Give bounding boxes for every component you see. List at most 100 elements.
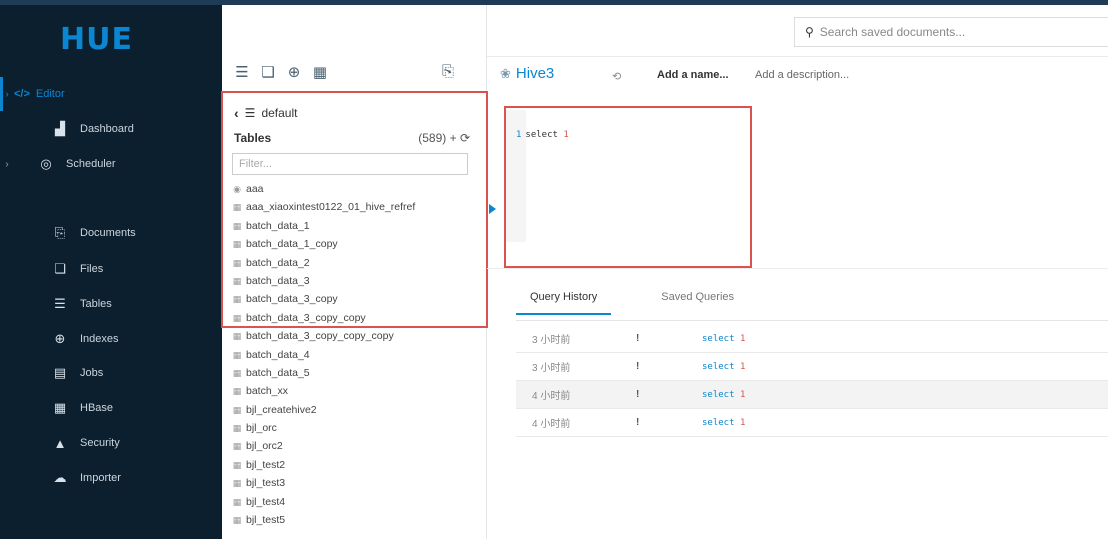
query-keyword: select bbox=[702, 389, 735, 400]
header-divider bbox=[487, 56, 1108, 57]
tables-count: (589) bbox=[418, 131, 447, 145]
table-list-item[interactable]: ▦ batch_data_2 bbox=[232, 254, 482, 272]
nav-item-documents[interactable]: ⎘ Documents bbox=[0, 219, 222, 247]
history-time: 4 小时前 bbox=[532, 391, 571, 402]
refresh-icon[interactable]: ⟳ bbox=[460, 131, 470, 145]
nav-item-dashboard[interactable]: ▟ Dashboard bbox=[0, 115, 222, 143]
tab-query-history[interactable]: Query History bbox=[516, 285, 612, 315]
table-list-item[interactable]: ▦ bjl_test2 bbox=[232, 456, 482, 474]
table-icon: ▦ bbox=[232, 294, 242, 305]
table-list-item[interactable]: ▦ bjl_test4 bbox=[232, 493, 482, 511]
nav-item-editor[interactable]: › </> Editor bbox=[0, 80, 222, 108]
chevron-right-icon: › bbox=[5, 158, 9, 170]
query-keyword: select bbox=[702, 361, 735, 372]
table-list-item[interactable]: ▦ aaa_xiaoxintest0122_01_hive_refref bbox=[232, 198, 482, 216]
table-list-item[interactable]: ◉ aaa bbox=[232, 180, 482, 198]
code-icon: </> bbox=[14, 88, 30, 100]
nav-item-label: Importer bbox=[80, 472, 121, 484]
table-list-item[interactable]: ▦ bjl_orc2 bbox=[232, 437, 482, 455]
nav-item-label: Editor bbox=[35, 88, 65, 100]
code-line: 1 select 1 bbox=[516, 130, 569, 140]
table-icon: ▦ bbox=[232, 349, 242, 360]
history-row[interactable]: 4 小时前! select 1 bbox=[516, 409, 1108, 437]
query-history-list: 3 小时前! select 1 3 小时前! select 1 4 小时前! select… bbox=[516, 325, 1108, 437]
chevron-right-icon: › bbox=[5, 88, 9, 100]
table-list-item[interactable]: ▦ batch_data_1 bbox=[232, 217, 482, 235]
history-row[interactable]: 3 小时前! select 1 bbox=[516, 353, 1108, 381]
table-list-item[interactable]: ▦ batch_data_3_copy_copy bbox=[232, 309, 482, 327]
tab-saved-queries[interactable]: Saved Queries bbox=[647, 285, 748, 315]
query-keyword: select bbox=[702, 333, 735, 344]
search-box[interactable]: ⚲ Search saved documents... bbox=[794, 17, 1108, 47]
database-icon[interactable]: ☰ bbox=[234, 63, 250, 81]
lock-icon: ▲ bbox=[53, 435, 67, 451]
table-list-item[interactable]: ▦ batch_xx bbox=[232, 382, 482, 400]
history-row[interactable]: 3 小时前! select 1 bbox=[516, 325, 1108, 353]
tables-header: Tables (589) + ⟳ bbox=[234, 131, 470, 145]
table-icon: ▦ bbox=[232, 275, 242, 286]
assist-panel: ☰ ❏ ⊕ ▦ ⎘ ‹ ☰ default Tables (589) + ⟳ ◉… bbox=[222, 5, 487, 539]
history-query: select 1 bbox=[702, 334, 745, 344]
table-name: batch_xx bbox=[246, 385, 289, 398]
table-list-item[interactable]: ▦ batch_data_5 bbox=[232, 364, 482, 382]
table-name: bjl_orc2 bbox=[246, 440, 283, 453]
editor-title[interactable]: ❀ Hive3 bbox=[500, 65, 554, 82]
history-icon[interactable]: ⟲ bbox=[612, 70, 621, 83]
table-list-item[interactable]: ▦ bjl_test3 bbox=[232, 474, 482, 492]
nav-item-label: Files bbox=[80, 263, 104, 275]
table-list-item[interactable]: ▦ bjl_orc bbox=[232, 419, 482, 437]
table-icon: ▦ bbox=[232, 496, 242, 507]
table-icon: ▦ bbox=[232, 441, 242, 452]
table-icon: ▦ bbox=[232, 459, 242, 470]
eye-icon: ◉ bbox=[233, 184, 241, 194]
table-icon: ▦ bbox=[232, 423, 242, 434]
table-list-item[interactable]: ▦ batch_data_1_copy bbox=[232, 235, 482, 253]
line-number: 1 bbox=[516, 130, 522, 140]
nav-item-tables[interactable]: ☰ Tables bbox=[0, 290, 222, 318]
nav-item-indexes[interactable]: ⊕ Indexes bbox=[0, 325, 222, 353]
table-list-item[interactable]: ▦ bjl_createhive2 bbox=[232, 401, 482, 419]
database-breadcrumb[interactable]: ‹ ☰ default bbox=[234, 105, 297, 121]
files-icon[interactable]: ❏ bbox=[260, 63, 276, 81]
table-name: aaa_xiaoxintest0122_01_hive_refref bbox=[246, 201, 416, 214]
table-name: batch_data_3_copy_copy_copy bbox=[246, 330, 394, 343]
history-row[interactable]: 4 小时前! select 1 bbox=[516, 381, 1108, 409]
nav-item-jobs[interactable]: ▤ Jobs bbox=[0, 359, 222, 387]
table-list-item[interactable]: ▦ batch_data_3 bbox=[232, 272, 482, 290]
table-list-item[interactable]: ▦ batch_data_4 bbox=[232, 346, 482, 364]
code-keyword: select bbox=[525, 130, 558, 140]
query-description-field[interactable]: Add a description... bbox=[755, 69, 849, 81]
execute-icon[interactable] bbox=[489, 204, 496, 214]
table-list-item[interactable]: ▦ batch_data_3_copy bbox=[232, 290, 482, 308]
assist-toolbar: ☰ ❏ ⊕ ▦ bbox=[234, 63, 328, 81]
nav-item-label: Dashboard bbox=[80, 123, 134, 135]
plus-icon[interactable]: + bbox=[450, 131, 457, 145]
hue-logo[interactable]: HUE bbox=[60, 19, 133, 59]
chevron-left-icon[interactable]: ‹ bbox=[234, 105, 239, 121]
nav-item-hbase[interactable]: ▦ HBase bbox=[0, 394, 222, 422]
nav-item-security[interactable]: ▲ Security bbox=[0, 429, 222, 457]
search-input[interactable]: Search saved documents... bbox=[820, 25, 965, 39]
table-list: ◉ aaa ▦ aaa_xiaoxintest0122_01_hive_refref ▦… bbox=[232, 180, 482, 529]
table-icon: ▦ bbox=[232, 220, 242, 231]
nav-item-scheduler[interactable]: › ◎ Scheduler bbox=[0, 150, 222, 178]
search-icon[interactable]: ⊕ bbox=[286, 63, 302, 81]
documents-icon[interactable]: ⎘ bbox=[442, 63, 454, 80]
grid-icon[interactable]: ▦ bbox=[312, 63, 328, 81]
history-query: select 1 bbox=[702, 418, 745, 428]
table-list-item[interactable]: ▦ batch_data_3_copy_copy_copy bbox=[232, 327, 482, 345]
filter-input[interactable] bbox=[232, 153, 468, 175]
query-name-field[interactable]: Add a name... bbox=[657, 69, 729, 81]
nav-item-files[interactable]: ❏ Files bbox=[0, 255, 222, 283]
table-name: bjl_orc bbox=[246, 422, 277, 435]
table-name: batch_data_1_copy bbox=[246, 238, 338, 251]
table-list-item[interactable]: ▦ bjl_test5 bbox=[232, 511, 482, 529]
history-tabs: Query History Saved Queries bbox=[516, 285, 748, 315]
table-icon: ▦ bbox=[232, 367, 242, 378]
nav-item-importer[interactable]: ☁ Importer bbox=[0, 464, 222, 492]
query-value: 1 bbox=[739, 361, 746, 372]
dashboard-icon: ▟ bbox=[55, 121, 65, 136]
table-icon: ▦ bbox=[232, 478, 242, 489]
nav-item-label: HBase bbox=[80, 402, 114, 414]
database-name: default bbox=[261, 106, 298, 120]
